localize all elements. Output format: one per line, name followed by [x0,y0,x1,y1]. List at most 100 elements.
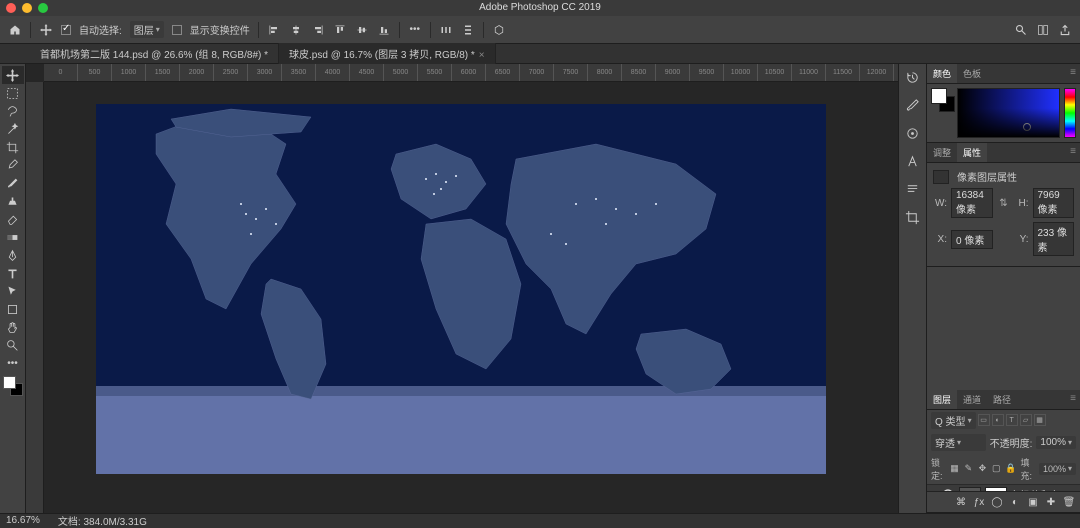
pen-tool[interactable] [2,246,24,264]
document-tab[interactable]: 首都机场第二版 144.psd @ 26.6% (组 8, RGB/8#) * [30,43,279,64]
layer-fx-icon[interactable]: ƒx [972,495,986,509]
arrange-documents-icon[interactable] [1036,23,1050,37]
y-field[interactable]: 233 像素 [1033,222,1075,256]
crop-panel-icon[interactable] [905,210,920,228]
eyedropper-tool[interactable] [2,156,24,174]
document-canvas[interactable] [96,104,826,474]
align-right-icon[interactable] [311,23,325,37]
show-transform-checkbox[interactable] [172,25,182,35]
brushes-panel-icon[interactable] [905,98,920,116]
zoom-level[interactable]: 16.67% [6,515,40,526]
type-tool[interactable] [2,264,24,282]
align-vcenter-icon[interactable] [355,23,369,37]
document-tab[interactable]: 球皮.psd @ 16.7% (图层 3 拷贝, RGB/8) *× [279,43,496,64]
close-window-icon[interactable] [6,3,16,13]
more-align-icon[interactable]: ••• [408,23,422,37]
minimize-window-icon[interactable] [22,3,32,13]
dist-v-icon[interactable] [461,23,475,37]
auto-select-checkbox[interactable] [61,25,71,35]
x-field[interactable]: 0 像素 [951,230,993,249]
gradient-tool[interactable] [2,228,24,246]
align-left-icon[interactable] [267,23,281,37]
blend-mode-dropdown[interactable]: 穿透 [931,434,986,451]
close-tab-icon[interactable]: × [479,50,485,61]
filter-type-icon[interactable]: T [1006,414,1018,426]
fg-swatch[interactable] [931,88,947,104]
mac-traffic-lights[interactable] [6,3,48,13]
align-hcenter-icon[interactable] [289,23,303,37]
eraser-tool[interactable] [2,210,24,228]
link-wh-icon[interactable]: ⇅ [997,196,1011,210]
move-tool[interactable] [2,66,24,84]
history-panel-icon[interactable] [905,70,920,88]
layers-tab[interactable]: 图层 [927,390,957,409]
character-panel-icon[interactable] [905,154,920,172]
brush-settings-icon[interactable] [905,126,920,144]
horizontal-ruler[interactable]: 0500100015002000250030003500400045005000… [44,64,898,82]
zoom-window-icon[interactable] [38,3,48,13]
clone-stamp-tool[interactable] [2,192,24,210]
lock-all-icon[interactable]: 🔒 [1005,462,1016,476]
auto-select-mode-dropdown[interactable]: 图层 [130,21,164,38]
link-layers-icon[interactable]: ⌘ [954,495,968,509]
search-icon[interactable] [1014,23,1028,37]
add-mask-icon[interactable]: ◯ [990,495,1004,509]
panel-menu-icon[interactable]: ≡ [1066,64,1080,83]
delete-layer-icon[interactable]: 🗑 [1062,495,1076,509]
lock-transparent-icon[interactable]: ▦ [950,462,960,476]
new-group-icon[interactable]: ▣ [1026,495,1040,509]
height-field[interactable]: 7969 像素 [1033,188,1075,218]
vertical-ruler[interactable] [26,82,44,513]
layer-filter-dropdown[interactable]: Q 类型 [931,412,976,429]
3d-mode-icon[interactable] [492,23,506,37]
ruler-tick: 10000 [724,64,758,81]
filter-pixel-icon[interactable]: ▭ [978,414,990,426]
color-tab[interactable]: 颜色 [927,64,957,83]
lasso-tool[interactable] [2,102,24,120]
brush-tool[interactable] [2,174,24,192]
hand-tool[interactable] [2,318,24,336]
swatches-tab[interactable]: 色板 [957,64,987,83]
align-bottom-icon[interactable] [377,23,391,37]
fill-field[interactable]: 100% [1039,463,1076,475]
properties-tab[interactable]: 属性 [957,143,987,162]
channels-tab[interactable]: 通道 [957,390,987,409]
path-select-tool[interactable] [2,282,24,300]
filter-shape-icon[interactable]: ▱ [1020,414,1032,426]
panel-menu-icon[interactable]: ≡ [1066,390,1080,409]
color-field[interactable] [957,88,1060,138]
marquee-tool[interactable] [2,84,24,102]
opacity-field[interactable]: 100% [1036,436,1076,449]
shape-tool[interactable] [2,300,24,318]
ruler-tick: 5000 [384,64,418,81]
foreground-color-swatch[interactable] [3,376,16,389]
color-swatches[interactable] [3,376,23,396]
align-top-icon[interactable] [333,23,347,37]
zoom-tool[interactable] [2,336,24,354]
filter-adjust-icon[interactable]: ◐ [992,414,1004,426]
paragraph-panel-icon[interactable] [905,182,920,200]
right-panels: 颜色 色板 ≡ 调整 属性 ≡ 像素图层属性 [926,64,1080,513]
canvas-area[interactable]: 0500100015002000250030003500400045005000… [26,64,898,513]
height-label: H: [1015,198,1029,209]
adjustments-tab[interactable]: 调整 [927,143,957,162]
crop-tool[interactable] [2,138,24,156]
edit-toolbar[interactable]: ••• [2,354,24,372]
lock-artboard-icon[interactable]: ▢ [991,462,1001,476]
share-icon[interactable] [1058,23,1072,37]
panel-color-swatches[interactable] [931,88,953,138]
lock-paint-icon[interactable]: ✎ [963,462,973,476]
magic-wand-tool[interactable] [2,120,24,138]
document-info[interactable]: 文档: 384.0M/3.31G [58,513,147,528]
width-field[interactable]: 16384 像素 [951,188,993,218]
hue-slider[interactable] [1064,88,1076,138]
new-adjustment-icon[interactable]: ◐ [1008,495,1022,509]
new-layer-icon[interactable]: ✚ [1044,495,1058,509]
dist-h-icon[interactable] [439,23,453,37]
filter-smart-icon[interactable]: ▦ [1034,414,1046,426]
lock-position-icon[interactable]: ✥ [977,462,987,476]
panel-menu-icon[interactable]: ≡ [1066,143,1080,162]
home-icon[interactable] [8,23,22,37]
paths-tab[interactable]: 路径 [987,390,1017,409]
color-marker[interactable] [1023,123,1031,131]
